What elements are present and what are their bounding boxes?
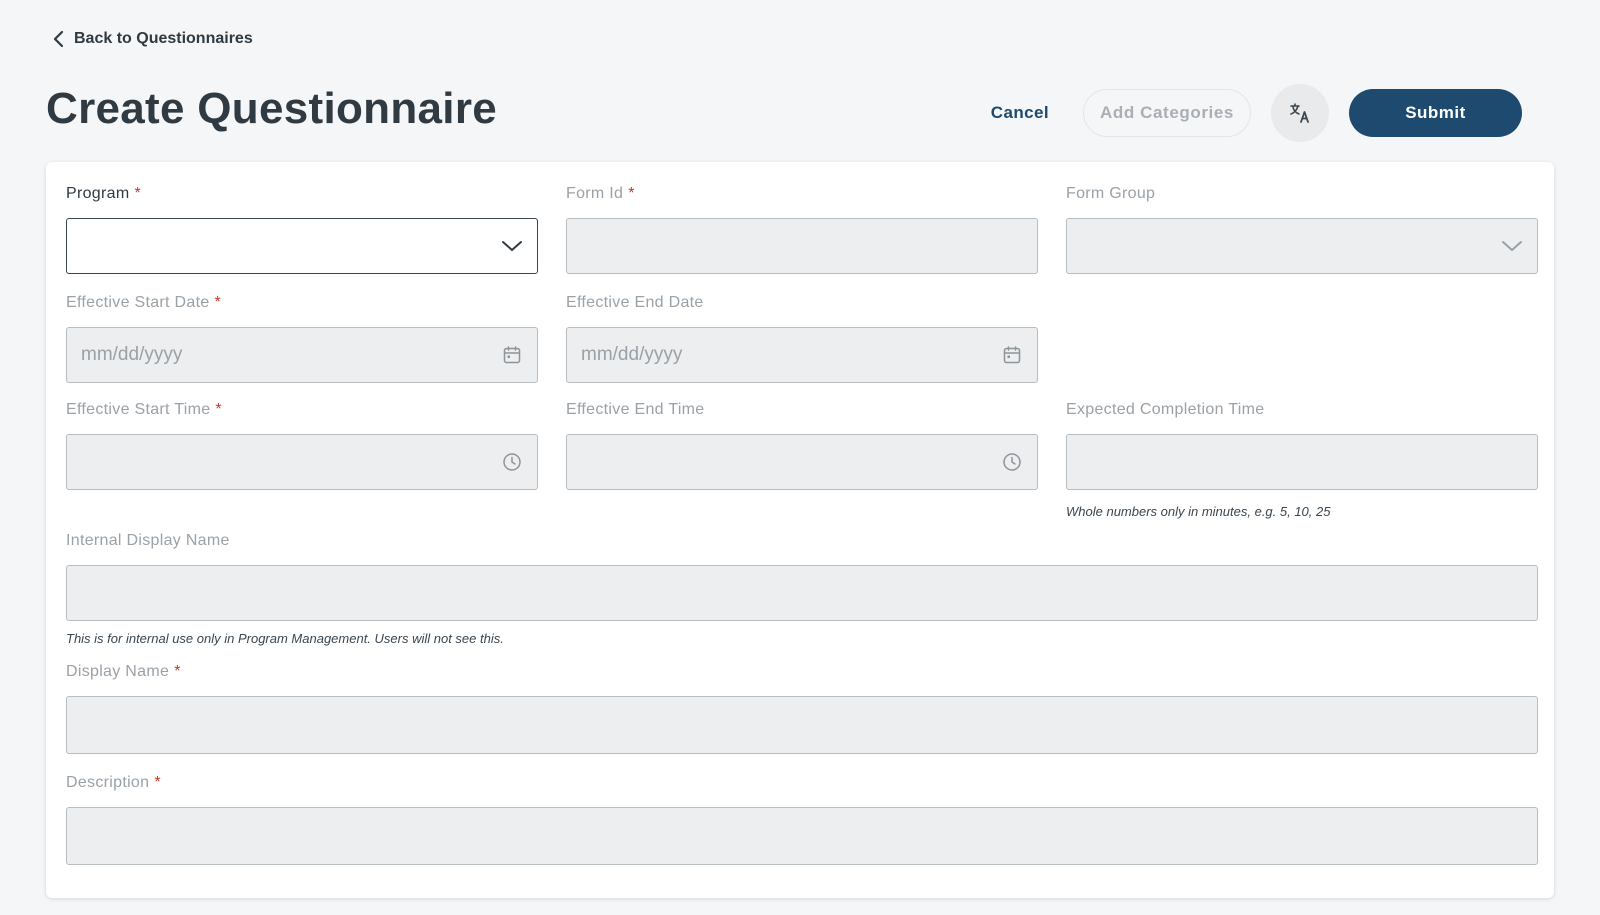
display-name-input[interactable]	[66, 696, 1538, 754]
program-field: Program *	[66, 184, 538, 274]
clock-icon[interactable]	[1001, 451, 1023, 473]
form-group-label: Form Group	[1066, 185, 1156, 202]
end-date-field: Effective End Date mm/dd/yyyy	[566, 293, 1038, 383]
form-id-field: Form Id *	[566, 184, 1038, 274]
end-date-input[interactable]: mm/dd/yyyy	[566, 327, 1038, 383]
translate-icon	[1290, 103, 1309, 123]
display-name-field: Display Name *	[66, 662, 1538, 754]
end-time-label: Effective End Time	[566, 401, 705, 418]
end-date-label: Effective End Date	[566, 294, 704, 311]
back-link-label: Back to Questionnaires	[74, 30, 253, 47]
chevron-down-icon	[1501, 235, 1523, 257]
completion-time-hint: Whole numbers only in minutes, e.g. 5, 1…	[1066, 504, 1331, 519]
start-time-label: Effective Start Time *	[66, 401, 222, 418]
submit-button[interactable]: Submit	[1349, 89, 1522, 137]
end-time-field: Effective End Time	[566, 400, 1038, 490]
completion-time-field: Expected Completion Time Whole numbers o…	[1066, 400, 1538, 519]
start-date-label: Effective Start Date *	[66, 294, 222, 311]
completion-time-input[interactable]	[1066, 434, 1538, 490]
clock-icon[interactable]	[501, 451, 523, 473]
end-time-input[interactable]	[566, 434, 1038, 490]
form-id-label: Form Id *	[566, 185, 635, 202]
header-actions: Cancel Add Categories Submit	[975, 84, 1522, 142]
questionnaire-form-card: Program * Form Id * Form Group Effective S…	[46, 162, 1554, 898]
description-label: Description *	[66, 774, 161, 791]
internal-name-hint: This is for internal use only in Program…	[66, 631, 504, 646]
start-date-input[interactable]: mm/dd/yyyy	[66, 327, 538, 383]
description-field: Description *	[66, 773, 1538, 865]
cancel-button[interactable]: Cancel	[975, 103, 1065, 123]
chevron-left-icon	[53, 30, 64, 48]
back-link[interactable]: Back to Questionnaires	[52, 30, 253, 48]
end-date-placeholder: mm/dd/yyyy	[581, 344, 683, 365]
display-name-label: Display Name *	[66, 663, 181, 680]
translate-button[interactable]	[1271, 84, 1329, 142]
start-date-field: Effective Start Date * mm/dd/yyyy	[66, 293, 538, 383]
form-id-input[interactable]	[566, 218, 1038, 274]
form-group-field: Form Group	[1066, 184, 1538, 274]
form-group-select[interactable]	[1066, 218, 1538, 274]
page-title: Create Questionnaire	[46, 84, 498, 133]
start-date-placeholder: mm/dd/yyyy	[81, 344, 183, 365]
add-categories-button[interactable]: Add Categories	[1082, 89, 1251, 137]
internal-name-field: Internal Display Name This is for intern…	[66, 531, 1538, 646]
start-time-field: Effective Start Time *	[66, 400, 538, 490]
completion-time-label: Expected Completion Time	[1066, 401, 1265, 418]
description-input[interactable]	[66, 807, 1538, 865]
calendar-icon[interactable]	[1001, 344, 1023, 366]
internal-name-input[interactable]	[66, 565, 1538, 621]
program-select[interactable]	[66, 218, 538, 274]
program-label: Program *	[66, 185, 141, 202]
start-time-input[interactable]	[66, 434, 538, 490]
calendar-icon[interactable]	[501, 344, 523, 366]
chevron-down-icon	[501, 235, 523, 257]
internal-name-label: Internal Display Name	[66, 532, 230, 549]
